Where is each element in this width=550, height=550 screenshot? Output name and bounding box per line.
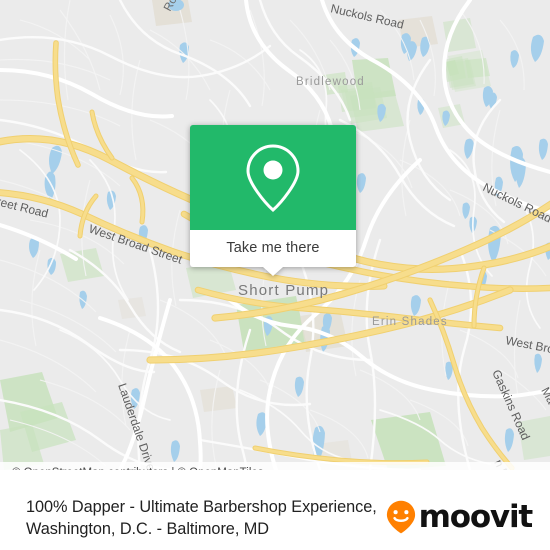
moovit-map-screen: .road-maj { stroke:#ffffff; fill:none; s… [0, 0, 550, 550]
popup-pointer-tail [263, 267, 283, 276]
map-attribution-bar: © OpenStreetMap contributors | © OpenMap… [0, 462, 550, 470]
map-viewport[interactable]: .road-maj { stroke:#ffffff; fill:none; s… [0, 0, 550, 470]
moovit-logo[interactable]: moovit [386, 498, 534, 535]
map-label: Erin Shades [372, 316, 448, 328]
popup-image-panel [190, 125, 356, 230]
page-footer: 100% Dapper - Ultimate Barbershop Experi… [0, 486, 550, 550]
map-label: Short Pump [238, 282, 329, 299]
map-pin-icon [246, 143, 300, 212]
take-me-there-label: Take me there [226, 240, 320, 257]
location-popup-card[interactable]: Take me there [190, 125, 356, 276]
map-label: Bridlewood [296, 76, 365, 88]
moovit-wordmark: moovit [418, 498, 534, 535]
place-title: 100% Dapper - Ultimate Barbershop Experi… [26, 498, 377, 538]
moovit-pin-icon [386, 500, 415, 534]
attribution-text[interactable]: © OpenStreetMap contributors | © OpenMap… [12, 468, 264, 470]
popup-cta-bar[interactable]: Take me there [190, 230, 356, 276]
